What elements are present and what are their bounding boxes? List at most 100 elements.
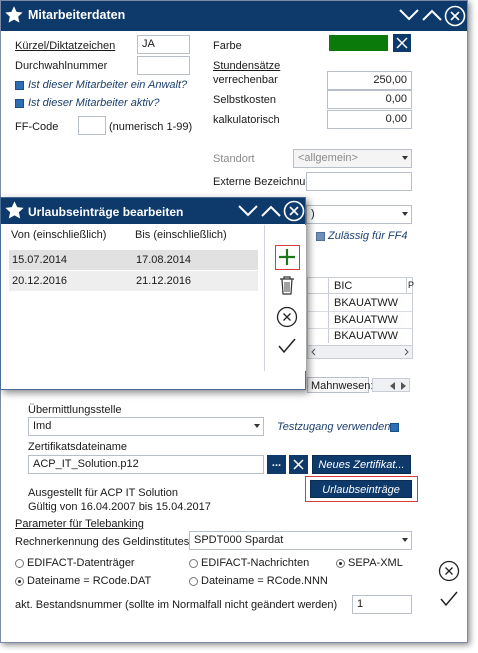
row-von: 15.07.2014: [12, 254, 68, 266]
radio-dateiname-dat-label: Dateiname = RCode.DAT: [27, 575, 152, 587]
cancel-icon[interactable]: [276, 306, 298, 328]
zulaessig-checkbox[interactable]: [316, 232, 325, 241]
close-icon[interactable]: [283, 200, 305, 222]
tab-scroll[interactable]: [372, 378, 410, 392]
zertifikat-clear-button[interactable]: [289, 455, 308, 474]
table-row[interactable]: 15.07.2014 17.08.2014: [9, 250, 258, 270]
tab-mahnwesen[interactable]: Mahnwesen:: [307, 377, 373, 393]
durchwahl-label: Durchwahlnummer: [15, 60, 108, 72]
grid-row[interactable]: BKAUATWW: [334, 297, 398, 309]
dialog-titlebar: Urlaubseinträge bearbeiten: [1, 198, 305, 224]
radio-sepa-xml[interactable]: [336, 559, 345, 568]
tab-mahnwesen-label: Mahnwesen:: [311, 380, 374, 392]
aktiv-checkbox[interactable]: [15, 99, 24, 108]
grid-row[interactable]: BKAUATWW: [334, 314, 398, 326]
uebermittlung-label: Übermittlungsstelle: [28, 404, 122, 416]
dialog-toolbar: [264, 225, 306, 371]
chevron-down-icon[interactable]: [237, 202, 259, 220]
standort-value: <allgemein>: [298, 152, 358, 164]
radio-dateiname-nnn[interactable]: [189, 577, 198, 586]
standort-label: Standort: [213, 153, 255, 165]
radio-dateiname-dat[interactable]: [15, 577, 24, 586]
dropdown-arrow-icon: [402, 538, 408, 542]
tab-prev-icon[interactable]: [389, 382, 397, 390]
zertifikat-input[interactable]: ACP_IT_Solution.p12: [28, 455, 264, 474]
radio-edifact-datentraeger[interactable]: [15, 559, 24, 568]
grid-header-bic: BIC: [334, 280, 353, 292]
column-von: Von (einschließlich): [11, 229, 107, 241]
testzugang-checkbox[interactable]: [390, 423, 399, 432]
star-icon: [5, 6, 23, 23]
selbstkosten-label: Selbstkosten: [213, 94, 276, 106]
zertifikat-label: Zertifikatsdateiname: [28, 441, 128, 453]
star-icon: [5, 201, 24, 219]
plus-icon: [279, 249, 295, 265]
confirm-check-icon[interactable]: [276, 336, 298, 356]
hidden-select[interactable]: ): [306, 205, 412, 224]
uebermittlung-value: Imd: [33, 420, 52, 432]
close-icon: [293, 459, 304, 470]
chevron-down-icon[interactable]: [398, 5, 420, 25]
testzugang-label: Testzugang verwenden: [277, 421, 391, 433]
tab-next-icon[interactable]: [399, 382, 407, 390]
row-bis: 21.12.2016: [136, 275, 192, 287]
close-icon: [396, 37, 408, 49]
gueltig-text: Gültig von 16.04.2007 bis 15.04.2017: [28, 501, 211, 513]
add-button[interactable]: [275, 245, 300, 270]
column-bis: Bis (einschließlich): [135, 229, 227, 241]
dropdown-arrow-icon: [402, 212, 408, 216]
anwalt-label: Ist dieser Mitarbeiter ein Anwalt?: [28, 79, 188, 91]
urlaub-dialog: Urlaubseinträge bearbeiten Von (einschli…: [0, 197, 306, 390]
window-title: Mitarbeiterdaten: [28, 8, 126, 22]
trash-icon[interactable]: [278, 274, 296, 296]
bestandsnummer-input[interactable]: 1: [352, 595, 412, 614]
table-row[interactable]: 20.12.2016 21.12.2016: [9, 271, 258, 291]
ausgestellt-text: Ausgestellt für ACP IT Solution: [28, 487, 179, 499]
grid-row[interactable]: BKAUATWW: [334, 330, 398, 342]
urlaubseintraege-button[interactable]: Urlaubseinträge: [310, 480, 412, 498]
cancel-icon[interactable]: [438, 560, 460, 582]
scroll-left-icon[interactable]: [310, 348, 318, 356]
rechenkennung-select[interactable]: SPDT000 Spardat: [189, 531, 412, 550]
bank-grid: BIC P BKAUATWW BKAUATWW BKAUATWW: [307, 277, 415, 359]
ffcode-label: FF-Code: [15, 121, 59, 133]
chevron-up-icon[interactable]: [260, 202, 282, 220]
dialog-title: Urlaubseinträge bearbeiten: [28, 205, 184, 219]
externe-label: Externe Bezeichnun: [213, 176, 312, 188]
aktiv-label: Ist dieser Mitarbeiter aktiv?: [28, 97, 160, 109]
neues-zertifikat-button[interactable]: Neues Zertifikat...: [312, 455, 411, 474]
row-bis: 17.08.2014: [136, 254, 192, 266]
kuerzel-input[interactable]: JA: [137, 35, 190, 54]
row-von: 20.12.2016: [12, 275, 68, 287]
standort-select[interactable]: <allgemein>: [293, 149, 412, 168]
radio-edifact-datentraeger-label: EDIFACT-Datenträger: [27, 557, 135, 569]
uebermittlung-select[interactable]: Imd: [28, 417, 264, 436]
chevron-up-icon[interactable]: [421, 5, 443, 25]
durchwahl-input[interactable]: [137, 56, 190, 75]
scroll-right-icon[interactable]: [402, 348, 410, 356]
confirm-check-icon[interactable]: [438, 589, 460, 609]
selbstkosten-input[interactable]: 0,00: [327, 90, 412, 109]
verrechenbar-input[interactable]: 250,00: [327, 71, 412, 90]
ffcode-hint: (numerisch 1-99): [109, 121, 193, 133]
dropdown-arrow-icon: [254, 424, 260, 428]
browse-button[interactable]: ...: [267, 455, 286, 474]
grid-scrollbar[interactable]: [308, 345, 412, 358]
radio-dateiname-nnn-label: Dateiname = RCode.NNN: [201, 575, 328, 587]
externe-input[interactable]: [306, 172, 412, 191]
main-titlebar: Mitarbeiterdaten: [1, 1, 467, 31]
farbe-label: Farbe: [213, 40, 242, 52]
radio-sepa-xml-label: SEPA-XML: [348, 557, 403, 569]
farbe-clear-button[interactable]: [393, 34, 411, 52]
farbe-swatch[interactable]: [329, 35, 388, 51]
radio-edifact-nachrichten[interactable]: [189, 559, 198, 568]
rechenkennung-label: Rechnerkennung des Geldinstitutes: [15, 536, 190, 548]
kalkulatorisch-input[interactable]: 0,00: [327, 110, 412, 129]
close-icon[interactable]: [444, 5, 466, 27]
anwalt-checkbox[interactable]: [15, 81, 24, 90]
kuerzel-label: Kürzel/Diktatzeichen: [15, 40, 116, 52]
grid-header-p: P: [408, 280, 415, 290]
ffcode-input[interactable]: [78, 116, 106, 135]
stundensaetze-label: Stundensätze: [213, 60, 281, 72]
grid-header: BIC P: [308, 278, 415, 294]
